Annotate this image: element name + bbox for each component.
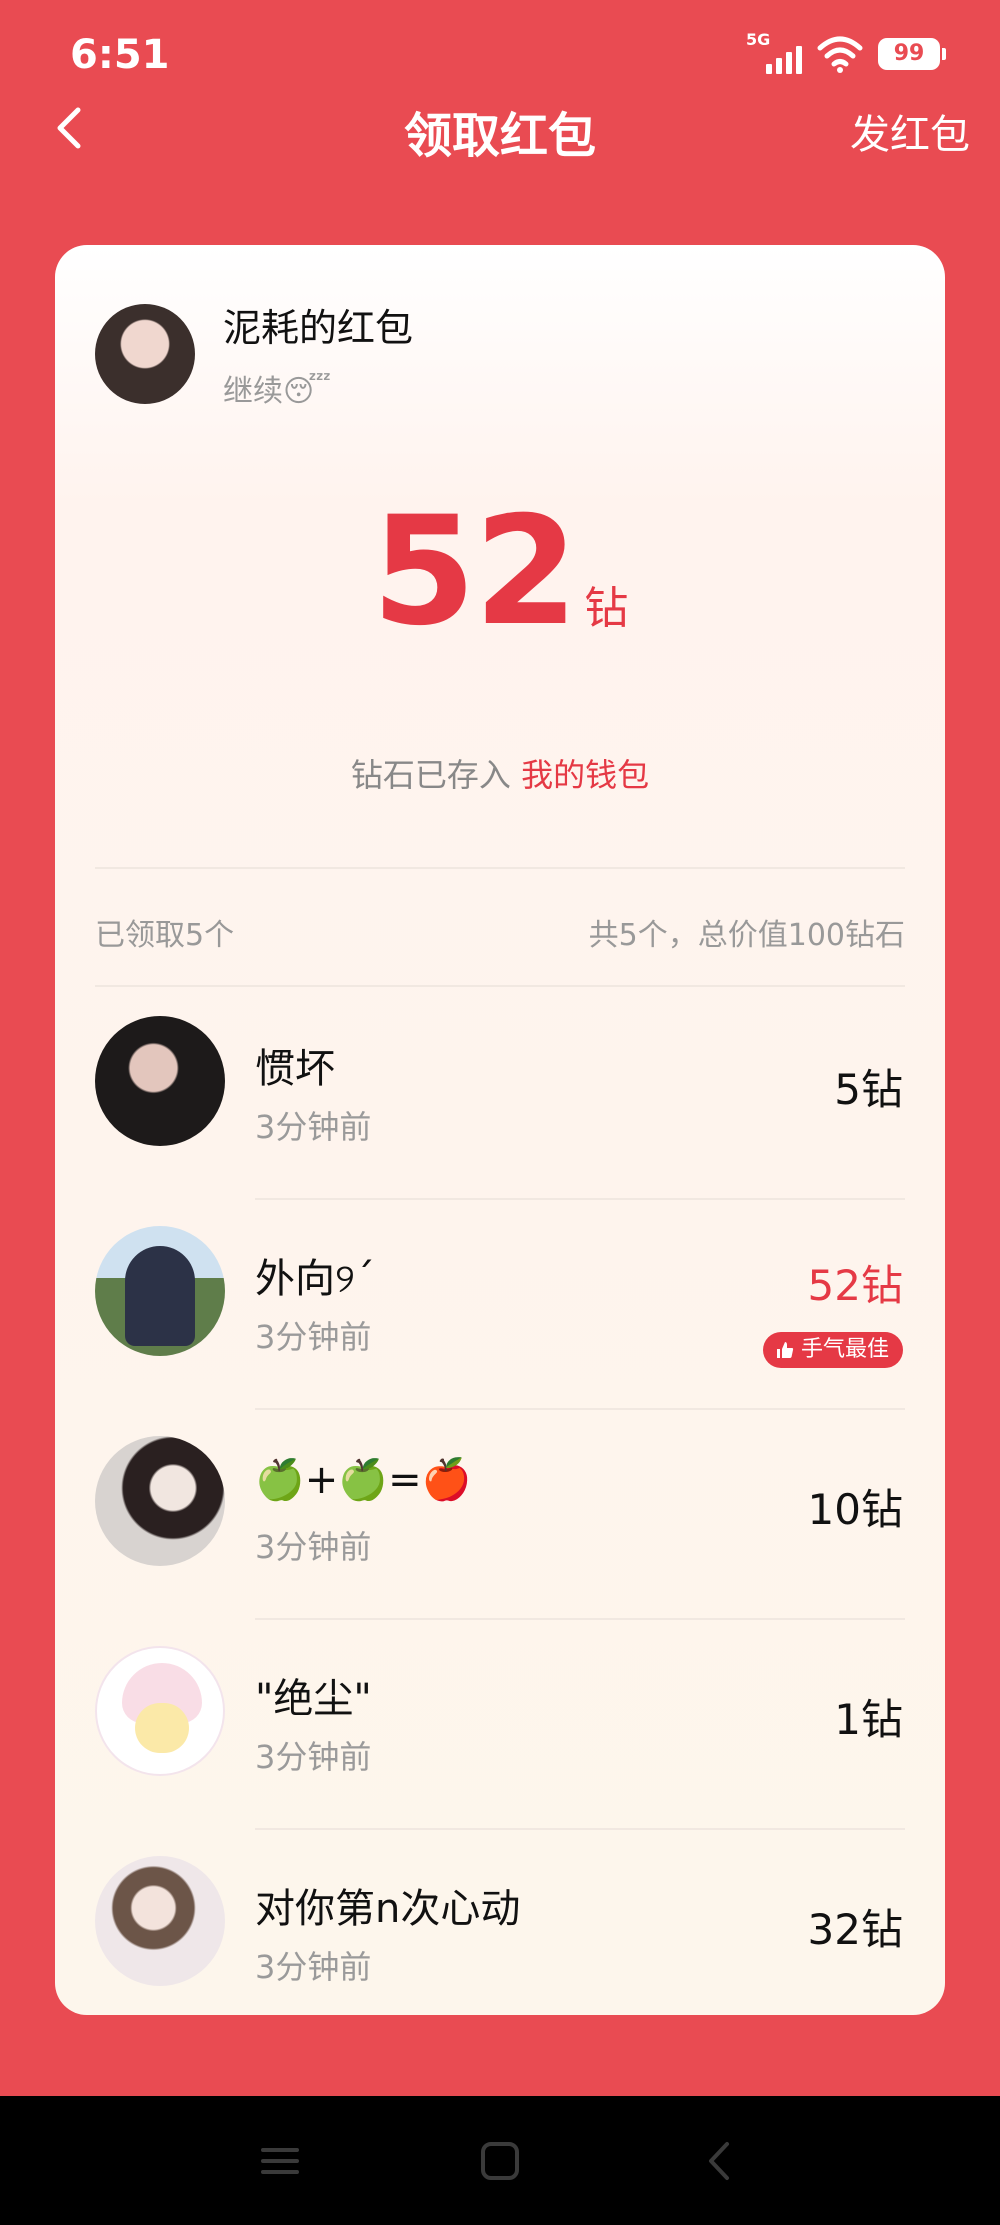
claimed-count: 已领取5个 [95,918,235,953]
cellular-signal-icon: 5G [746,30,802,74]
claim-row[interactable]: "绝尘" 3分钟前 1钻 [55,1620,945,1830]
recent-apps-button[interactable] [255,2136,305,2186]
claim-amount: 5钻 [834,1065,903,1114]
claim-summary: 已领取5个 共5个，总价值100钻石 [95,910,905,954]
sender-avatar[interactable] [95,303,195,404]
amount-unit: 钻 [584,583,629,634]
back-icon [57,107,81,149]
divider [95,985,905,987]
system-back-button[interactable] [695,2136,745,2186]
claim-list: 惯坏 3分钟前 5钻 外向୨ˊ 3分钟前 52钻 手气最佳 🍏+🍏=🍎 3分钟前… [55,990,945,2015]
menu-icon [261,2148,299,2174]
sender-name: 泥耗的红包 [223,306,414,350]
claim-time: 3分钟前 [255,1528,372,1566]
sender-info: 泥耗的红包 继续😴 [95,297,413,410]
packet-message: 继续😴 [223,374,332,409]
total-value: 共5个，总价值100钻石 [588,918,905,953]
claim-row[interactable]: 外向୨ˊ 3分钟前 52钻 手气最佳 [55,1200,945,1410]
claimer-name: 惯坏 [255,1046,335,1092]
header: 领取红包 发红包 [0,90,1000,170]
send-red-packet-button[interactable]: 发红包 [850,102,970,160]
wifi-icon [817,36,863,73]
claimer-name: 对你第n次心动 [255,1886,521,1932]
claim-row[interactable]: 🍏+🍏=🍎 3分钟前 10钻 [55,1410,945,1620]
claimer-avatar[interactable] [95,1436,225,1566]
wallet-notice-text: 钻石已存入 [350,756,511,794]
home-button[interactable] [475,2136,525,2186]
claim-row[interactable]: 对你第n次心动 3分钟前 32钻 [55,1830,945,2015]
claim-amount: 32钻 [807,1905,903,1954]
wallet-notice: 钻石已存入 我的钱包 [55,750,945,796]
red-packet-card: 泥耗的红包 继续😴 52 钻 钻石已存入 我的钱包 已领取5个 共5个，总价值10… [55,245,945,2015]
claimer-avatar[interactable] [95,1016,225,1146]
nav-back-icon [709,2142,729,2180]
status-icons: 5G 99 [746,30,946,74]
claim-amount: 10钻 [807,1485,903,1534]
thumbs-up-icon [776,1342,794,1358]
status-time: 6:51 [70,32,170,78]
received-amount: 52 钻 [55,485,945,659]
claimer-name: 🍏+🍏=🍎 [255,1457,472,1503]
claimer-avatar[interactable] [95,1226,225,1356]
claimer-avatar[interactable] [95,1646,225,1776]
home-icon [481,2142,519,2180]
claimer-name: "绝尘" [255,1676,372,1722]
system-nav-bar [0,2096,1000,2225]
divider [95,867,905,869]
claim-amount: 52钻 [807,1261,903,1310]
amount-value: 52 [371,485,579,659]
battery-level: 99 [893,41,925,66]
claimer-name: 外向୨ˊ [255,1256,375,1302]
claimer-avatar[interactable] [95,1856,225,1986]
best-luck-label: 手气最佳 [800,1337,889,1362]
claim-time: 3分钟前 [255,1948,372,1986]
claim-time: 3分钟前 [255,1738,372,1776]
claim-time: 3分钟前 [255,1318,372,1356]
claim-amount: 1钻 [834,1695,903,1744]
claim-time: 3分钟前 [255,1108,372,1146]
best-luck-badge: 手气最佳 [762,1332,903,1368]
claim-row[interactable]: 惯坏 3分钟前 5钻 [55,990,945,1200]
my-wallet-link[interactable]: 我的钱包 [521,756,649,794]
back-button[interactable] [40,98,100,158]
battery-icon: 99 [878,38,946,70]
